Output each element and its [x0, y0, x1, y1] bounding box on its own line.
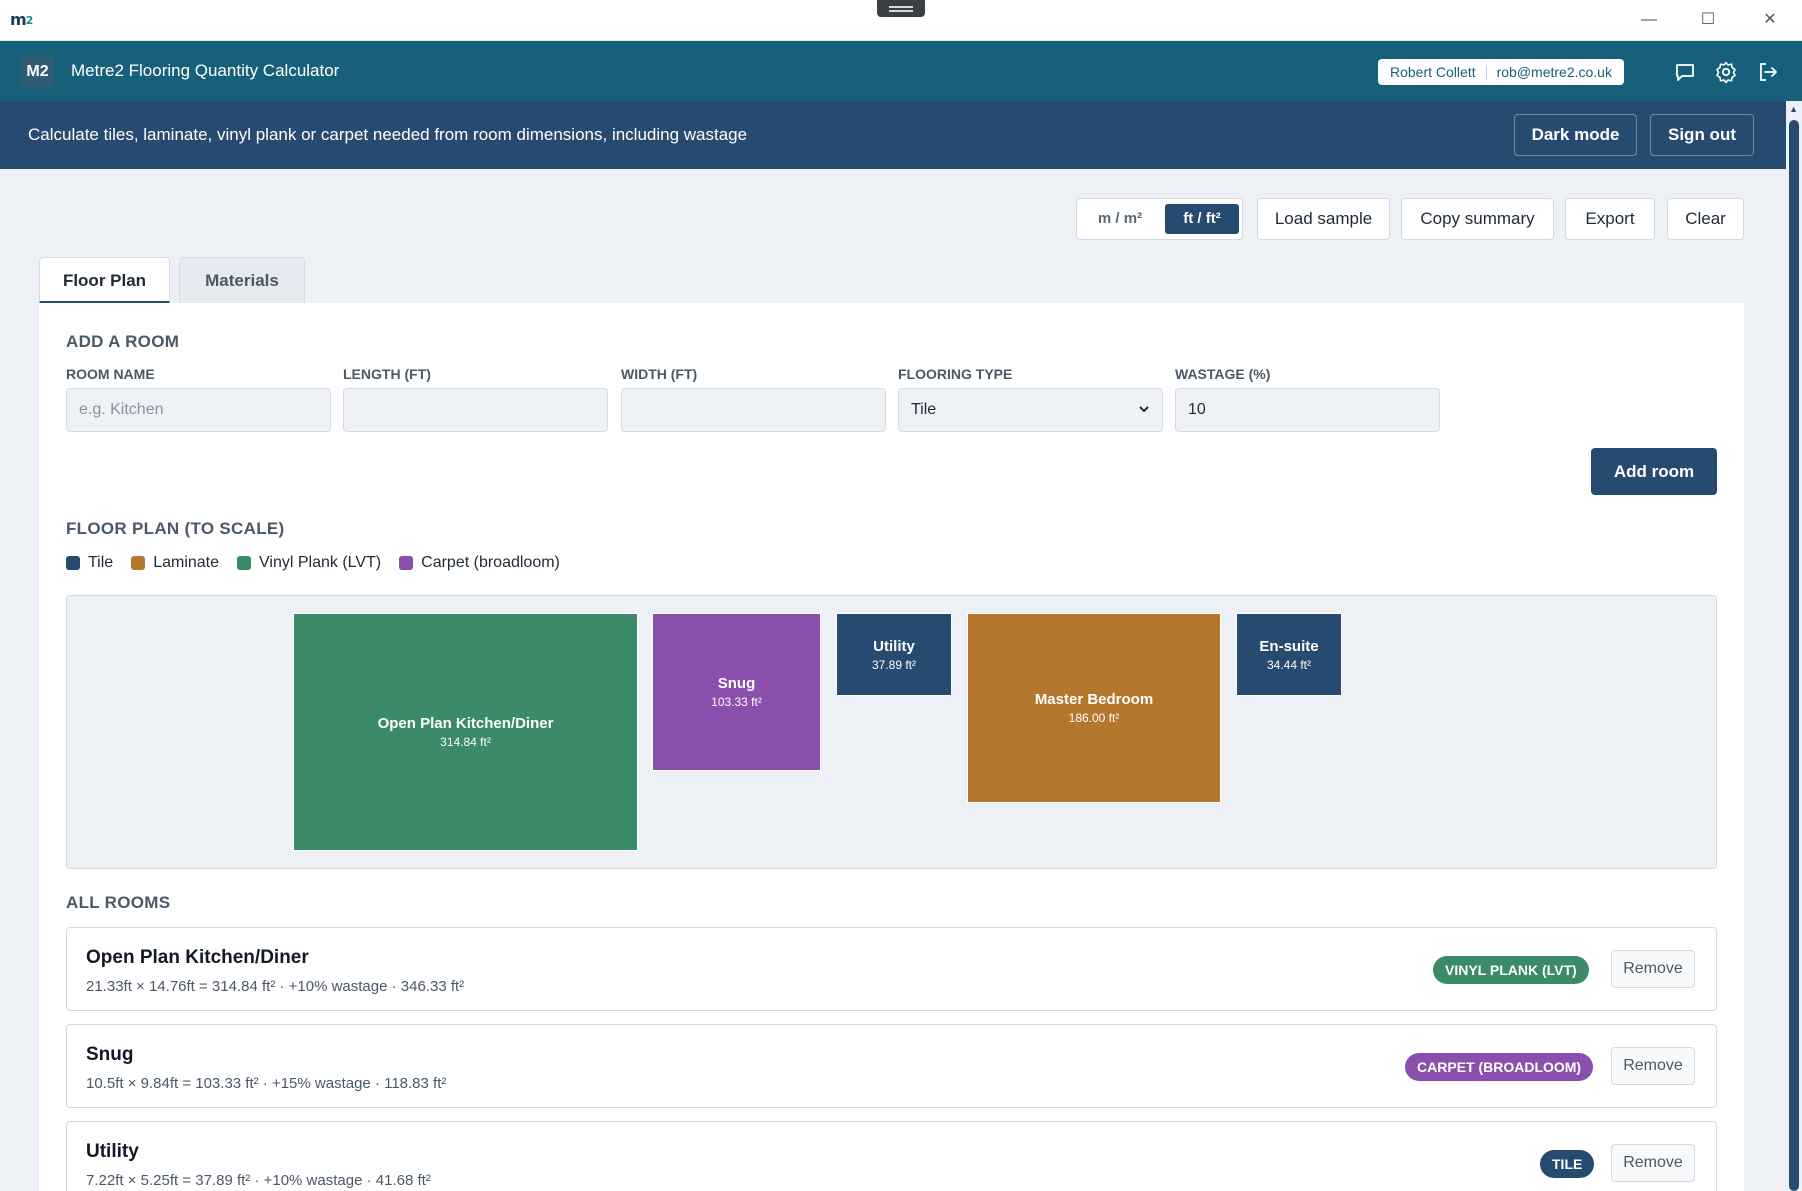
gear-icon[interactable] — [1713, 59, 1739, 85]
plan-room-name: Open Plan Kitchen/Diner — [377, 715, 554, 732]
chevron-down-icon — [1138, 389, 1150, 447]
plan-room-name: Master Bedroom — [1034, 691, 1154, 708]
floor-plan-legend: Tile Laminate Vinyl Plank (LVT) Carpet (… — [66, 554, 578, 572]
load-sample-button[interactable]: Load sample — [1257, 198, 1390, 240]
legend-item-laminate: Laminate — [131, 554, 219, 572]
flooring-type-value: Tile — [911, 401, 937, 418]
room-card-name: Snug — [86, 1044, 134, 1065]
unit-imperial-option[interactable]: ft / ft² — [1165, 204, 1239, 234]
length-label: LENGTH (FT) — [343, 366, 431, 382]
app-title: Metre2 Flooring Quantity Calculator — [71, 61, 340, 80]
flooring-type-label: FLOORING TYPE — [898, 366, 1013, 382]
room-card: Snug 10.5ft × 9.84ft = 103.33 ft² · +15%… — [66, 1024, 1717, 1108]
export-button[interactable]: Export — [1565, 198, 1655, 240]
legend-item-vinyl-plank: Vinyl Plank (LVT) — [237, 554, 381, 572]
legend-swatch — [131, 556, 146, 570]
room-card-name: Open Plan Kitchen/Diner — [86, 947, 309, 968]
brand-badge: M2 — [21, 55, 54, 88]
floor-plan-canvas: Open Plan Kitchen/Diner 314.84 ft² Snug … — [66, 595, 1717, 869]
tab-materials[interactable]: Materials — [179, 257, 305, 304]
plan-room-area: 186.00 ft² — [1068, 711, 1120, 725]
dark-mode-button[interactable]: Dark mode — [1514, 114, 1637, 156]
user-email: rob@metre2.co.uk — [1496, 64, 1612, 80]
plan-room-area: 34.44 ft² — [1266, 657, 1312, 672]
plan-room-snug[interactable]: Snug 103.33 ft² — [652, 613, 821, 771]
length-input[interactable] — [343, 388, 608, 432]
scroll-up-arrow[interactable]: ▲ — [1789, 104, 1798, 114]
legend-label: Vinyl Plank (LVT) — [259, 554, 382, 571]
room-card-detail: 10.5ft × 9.84ft = 103.33 ft² · +15% wast… — [86, 1075, 447, 1092]
unit-metric-option[interactable]: m / m² — [1085, 204, 1155, 234]
chat-icon[interactable] — [1672, 59, 1698, 85]
room-card-name: Utility — [86, 1141, 139, 1162]
legend-swatch — [237, 556, 252, 570]
plan-room-area: 314.84 ft² — [440, 735, 491, 749]
flooring-type-badge: CARPET (BROADLOOM) — [1405, 1053, 1594, 1081]
remove-room-button[interactable]: Remove — [1611, 950, 1695, 988]
window-drag-handle[interactable] — [877, 0, 925, 17]
legend-swatch — [399, 556, 414, 570]
divider — [1485, 64, 1487, 80]
flooring-type-badge: VINYL PLANK (LVT) — [1433, 956, 1589, 984]
plan-room-name: Utility — [873, 637, 915, 655]
all-rooms-heading: ALL ROOMS — [66, 893, 171, 912]
remove-room-button[interactable]: Remove — [1611, 1144, 1695, 1182]
plan-room-open-plan-kitchen[interactable]: Open Plan Kitchen/Diner 314.84 ft² — [293, 613, 638, 851]
plan-room-name: En-suite — [1259, 637, 1319, 655]
copy-summary-button[interactable]: Copy summary — [1401, 198, 1554, 240]
logout-icon[interactable] — [1755, 59, 1781, 85]
minimize-button[interactable]: — — [1629, 8, 1669, 32]
sign-out-button[interactable]: Sign out — [1650, 114, 1754, 156]
room-card: Open Plan Kitchen/Diner 21.33ft × 14.76f… — [66, 927, 1717, 1011]
user-pill[interactable]: Robert Collett rob@metre2.co.uk — [1378, 59, 1624, 85]
unit-toggle: m / m² ft / ft² — [1076, 198, 1243, 240]
wastage-label: WASTAGE (%) — [1175, 366, 1271, 382]
flooring-type-badge: TILE — [1540, 1150, 1595, 1178]
wastage-input[interactable]: 10 — [1175, 388, 1440, 432]
flooring-type-select[interactable]: Tile — [898, 388, 1163, 432]
room-name-label: ROOM NAME — [66, 366, 155, 382]
maximize-button[interactable]: ☐ — [1688, 8, 1728, 32]
remove-room-button[interactable]: Remove — [1611, 1047, 1695, 1085]
room-card-detail: 7.22ft × 5.25ft = 37.89 ft² · +10% wasta… — [86, 1172, 431, 1189]
plan-room-utility[interactable]: Utility 37.89 ft² — [836, 613, 952, 696]
user-name: Robert Collett — [1390, 64, 1476, 80]
add-room-button[interactable]: Add room — [1591, 448, 1717, 495]
tab-floor-plan[interactable]: Floor Plan — [39, 257, 170, 304]
legend-item-carpet: Carpet (broadloom) — [399, 554, 560, 572]
plan-room-area: 37.89 ft² — [871, 657, 917, 672]
app-logo: m2 — [10, 10, 33, 29]
legend-item-tile: Tile — [66, 554, 113, 572]
app-description: Calculate tiles, laminate, vinyl plank o… — [28, 125, 748, 144]
plan-room-area: 103.33 ft² — [711, 695, 762, 709]
floor-plan-heading: FLOOR PLAN (TO SCALE) — [66, 519, 285, 538]
close-window-button[interactable]: ✕ — [1750, 8, 1790, 32]
plan-room-master-bedroom[interactable]: Master Bedroom 186.00 ft² — [967, 613, 1221, 803]
room-name-input[interactable]: e.g. Kitchen — [66, 388, 331, 432]
legend-label: Laminate — [153, 554, 220, 571]
window-titlebar: m2 — ☐ ✕ — [0, 0, 1802, 41]
legend-swatch — [66, 556, 80, 570]
legend-label: Tile — [88, 554, 114, 571]
width-input[interactable] — [621, 388, 886, 432]
legend-label: Carpet (broadloom) — [421, 554, 560, 571]
room-card: Utility 7.22ft × 5.25ft = 37.89 ft² · +1… — [66, 1121, 1717, 1191]
description-bar: Calculate tiles, laminate, vinyl plank o… — [0, 101, 1802, 169]
width-label: WIDTH (FT) — [621, 366, 698, 382]
scrollbar-thumb[interactable] — [1789, 120, 1799, 1191]
room-card-detail: 21.33ft × 14.76ft = 314.84 ft² · +10% wa… — [86, 978, 465, 995]
plan-room-name: Snug — [717, 675, 756, 692]
add-room-heading: ADD A ROOM — [66, 332, 180, 351]
clear-button[interactable]: Clear — [1667, 198, 1744, 240]
plan-room-en-suite[interactable]: En-suite 34.44 ft² — [1236, 613, 1342, 696]
app-header: M2 Metre2 Flooring Quantity Calculator R… — [0, 41, 1802, 101]
